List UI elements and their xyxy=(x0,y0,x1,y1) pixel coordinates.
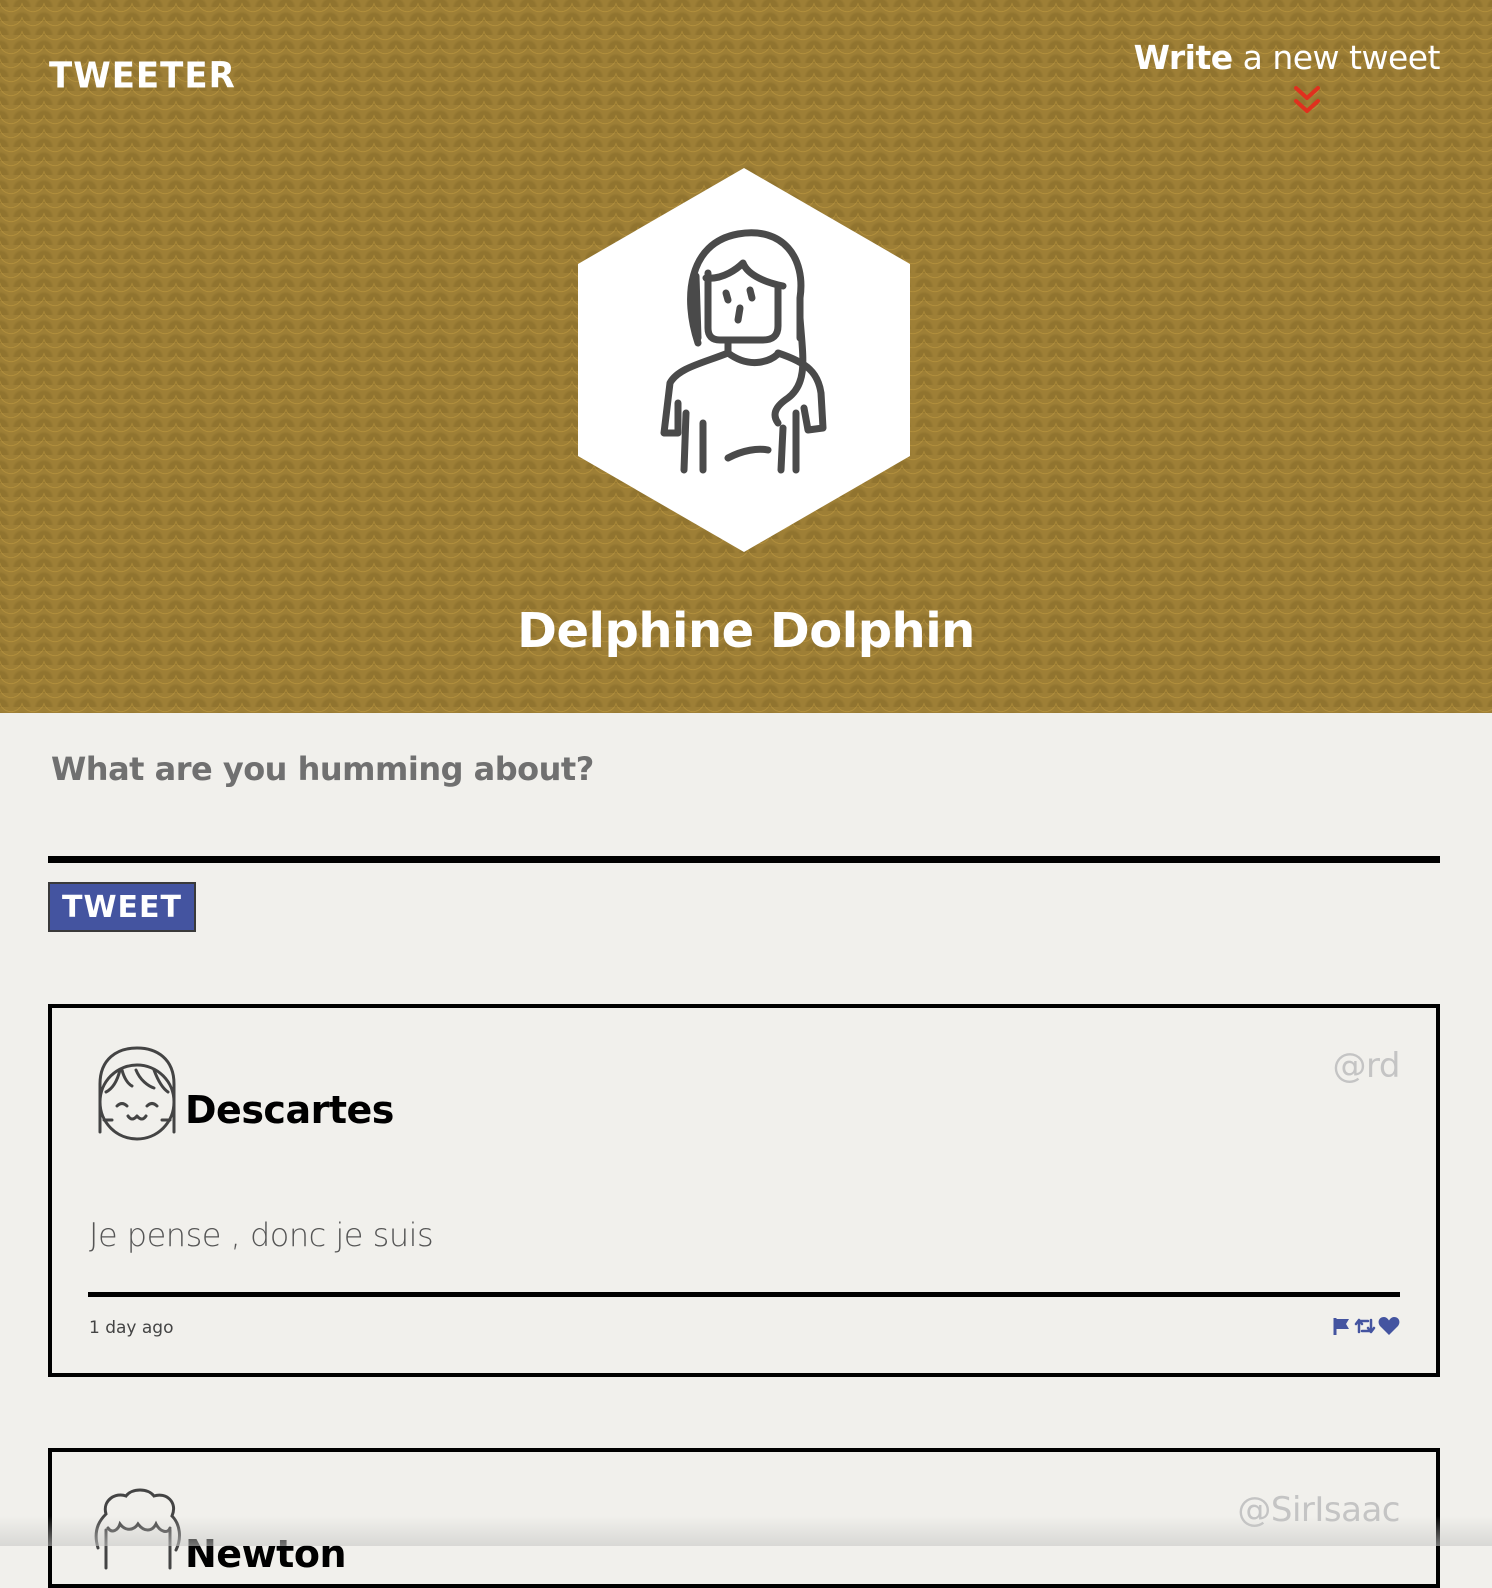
profile-avatar xyxy=(578,168,910,552)
tweet-card: Newton @SirIsaac xyxy=(48,1448,1440,1588)
tweet-avatar xyxy=(94,1488,181,1570)
compose-label: What are you humming about? xyxy=(51,750,594,788)
tweet-author-handle[interactable]: @SirIsaac xyxy=(1237,1490,1400,1530)
profile-name: Delphine Dolphin xyxy=(517,603,975,659)
tweet-text: Je pense , donc je suis xyxy=(89,1216,434,1254)
retweet-icon[interactable] xyxy=(1354,1316,1376,1336)
write-label-strong: Write xyxy=(1133,38,1234,77)
heart-icon[interactable] xyxy=(1378,1316,1400,1336)
tweet-card: Descartes @rd Je pense , donc je suis 1 … xyxy=(48,1004,1440,1377)
write-label-rest: a new tweet xyxy=(1232,38,1441,77)
tweet-timestamp: 1 day ago xyxy=(89,1318,174,1338)
tweet-actions xyxy=(1332,1316,1400,1336)
tweet-divider xyxy=(88,1292,1400,1297)
tweet-author-name[interactable]: Descartes xyxy=(185,1088,394,1132)
compose-input[interactable] xyxy=(48,800,1440,863)
tweet-avatar xyxy=(98,1046,176,1141)
flag-icon[interactable] xyxy=(1332,1316,1352,1336)
tweet-button[interactable]: TWEET xyxy=(48,882,196,932)
tweet-author-name[interactable]: Newton xyxy=(185,1532,347,1576)
brand-logo[interactable]: TWEETER xyxy=(49,55,236,97)
write-new-tweet-link[interactable]: Write a new tweet xyxy=(1133,38,1441,77)
tweet-author-handle[interactable]: @rd xyxy=(1333,1046,1401,1086)
chevron-double-down-icon[interactable] xyxy=(1291,85,1323,117)
